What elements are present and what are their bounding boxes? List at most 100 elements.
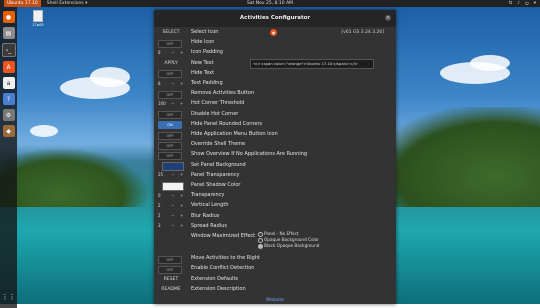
spin-value[interactable]: 25 (158, 172, 163, 177)
setting-label: Transparency (191, 192, 225, 199)
spin-button[interactable]: 2 − + (158, 203, 186, 209)
cloud (30, 125, 58, 137)
radio-icon[interactable] (258, 231, 263, 237)
color-swatch[interactable] (162, 182, 184, 191)
spin-button[interactable]: 3 − + (158, 223, 186, 229)
document-icon (33, 10, 43, 22)
minus-icon[interactable]: − (171, 223, 174, 229)
spin-value[interactable]: 3 (158, 223, 161, 228)
radio-label: Panel - No Effect (264, 231, 299, 236)
spin-button[interactable]: 100− + (158, 101, 186, 107)
setting-row: OFF Show Overview If No Applications Are … (154, 150, 396, 160)
minus-icon[interactable]: − (171, 213, 174, 219)
firefox-icon[interactable]: ● (2, 11, 15, 23)
apps-icon[interactable]: ⋮⋮ (2, 291, 16, 303)
setting-row: 2 − + Vertical Length (154, 201, 396, 210)
spin-button[interactable]: 8 − + (158, 81, 186, 87)
spin-button[interactable]: 2 − + (158, 213, 186, 219)
website-link[interactable]: Website (154, 298, 396, 303)
setting-label: Vertical Length (191, 202, 229, 209)
radio-icon[interactable] (258, 237, 263, 243)
color-swatch[interactable] (162, 161, 184, 171)
plus-icon[interactable]: + (180, 193, 183, 199)
setting-row: SELECT Select Icon ◉ [v61 GS 3.24.3.26] (154, 28, 396, 37)
activities-button[interactable]: Ubuntu 17.10 (4, 0, 41, 7)
chevron-down-icon: ▾ (533, 1, 536, 6)
top-bar: Ubuntu 17.10 Shell Extensions ▾ Sat Nov … (0, 0, 540, 7)
toggle-switch[interactable]: OFF (158, 90, 182, 99)
setting-label: Hot Corner Threshold (191, 100, 245, 107)
setting-label: Extension Description (191, 285, 246, 292)
activities-configurator-dialog: Activities Configurator × SELECT Select I… (154, 10, 396, 304)
settings-icon[interactable]: ⚙ (2, 109, 15, 121)
terminal-icon[interactable]: ›_ (1, 43, 16, 57)
setting-label: Select Icon (191, 29, 219, 35)
spin-value[interactable]: 8 (158, 50, 161, 55)
radio-icon[interactable] (258, 243, 263, 249)
minus-icon[interactable]: − (171, 172, 174, 178)
spin-button[interactable]: 25 − + (158, 172, 186, 178)
action-button[interactable]: APPLY (158, 60, 184, 67)
files-icon[interactable]: ▤ (2, 27, 15, 39)
setting-row: OFF Override Shell Theme (154, 140, 396, 150)
help-icon[interactable]: ? (2, 93, 15, 105)
toggle-switch[interactable]: OFF (158, 131, 182, 140)
island-left (0, 147, 150, 207)
action-button[interactable]: RESET (158, 276, 184, 283)
toggle-switch[interactable]: OFF (158, 265, 182, 274)
minus-icon[interactable]: − (171, 101, 174, 107)
plus-icon[interactable]: + (180, 50, 183, 56)
radio-option[interactable]: Black Opaque Background (258, 243, 319, 249)
plus-icon[interactable]: + (180, 213, 183, 219)
toggle-switch[interactable]: OFF (158, 141, 182, 150)
plus-icon[interactable]: + (180, 81, 183, 87)
app-menu[interactable]: Shell Extensions ▾ (47, 1, 88, 6)
close-icon[interactable]: × (385, 15, 391, 21)
ubuntu-logo-icon[interactable]: ◉ (270, 29, 277, 36)
minus-icon[interactable]: − (171, 193, 174, 199)
setting-row: 25 − + Panel Transparency (154, 171, 396, 180)
toggle-switch[interactable]: OFF (158, 151, 182, 160)
setting-label: Extension Defaults (191, 275, 239, 282)
plus-icon[interactable]: + (180, 203, 183, 209)
gimp-icon[interactable]: ◆ (2, 125, 15, 137)
setting-row: Panel Shadow Color (154, 181, 396, 191)
minus-icon[interactable]: − (171, 203, 174, 209)
spin-button[interactable]: 0 − + (158, 193, 186, 199)
action-button[interactable]: SELECT (158, 29, 184, 36)
setting-row: 8 − + Text Padding (154, 79, 396, 88)
system-tray[interactable]: ⇅ ♪ ⏻ ▾ (509, 0, 536, 7)
minus-icon[interactable]: − (171, 81, 174, 87)
toggle-switch[interactable]: OFF (158, 111, 182, 120)
setting-row: RESET Extension Defaults (154, 275, 396, 284)
plus-icon[interactable]: + (180, 172, 183, 178)
spin-button[interactable]: 8 − + (158, 50, 186, 56)
spin-value[interactable]: 8 (158, 81, 161, 86)
desktop-file[interactable]: 17p05 (28, 10, 48, 27)
toggle-switch[interactable]: OFF (158, 70, 182, 79)
plus-icon[interactable]: + (180, 101, 183, 107)
desktop-file-label: 17p05 (32, 23, 44, 27)
setting-label: Override Shell Theme (191, 141, 246, 148)
ubuntu-software-icon[interactable]: A (2, 61, 15, 73)
spin-value[interactable]: 0 (158, 193, 161, 198)
spin-value[interactable]: 100 (158, 101, 166, 106)
toggle-switch[interactable]: OFF (158, 255, 182, 264)
network-icon: ⇅ (508, 1, 513, 6)
toggle-switch[interactable]: OFF (158, 39, 182, 48)
maximized-effect-options: Panel - No Effect Opaque Background Color… (258, 231, 319, 249)
spin-value[interactable]: 2 (158, 213, 161, 218)
setting-label: Move Activities to the Right (191, 255, 260, 262)
action-button[interactable]: README (158, 286, 184, 293)
new-text-input[interactable]: <i><span color="orange">Ubuntu 17.10</sp… (250, 58, 374, 69)
setting-row: APPLY New Text <i><span color="orange">Ubu… (154, 58, 396, 69)
minus-icon[interactable]: − (171, 50, 174, 56)
plus-icon[interactable]: + (180, 223, 183, 229)
setting-row: OFF Hide Text (154, 69, 396, 79)
spin-value[interactable]: 2 (158, 203, 161, 208)
setting-row: 2 − + Blur Radius (154, 212, 396, 221)
setting-row: 100− + Hot Corner Threshold (154, 99, 396, 108)
setting-label: Set Panel Background (191, 161, 246, 168)
toggle-switch[interactable]: ON (158, 121, 182, 130)
amazon-icon[interactable]: a (2, 77, 15, 89)
